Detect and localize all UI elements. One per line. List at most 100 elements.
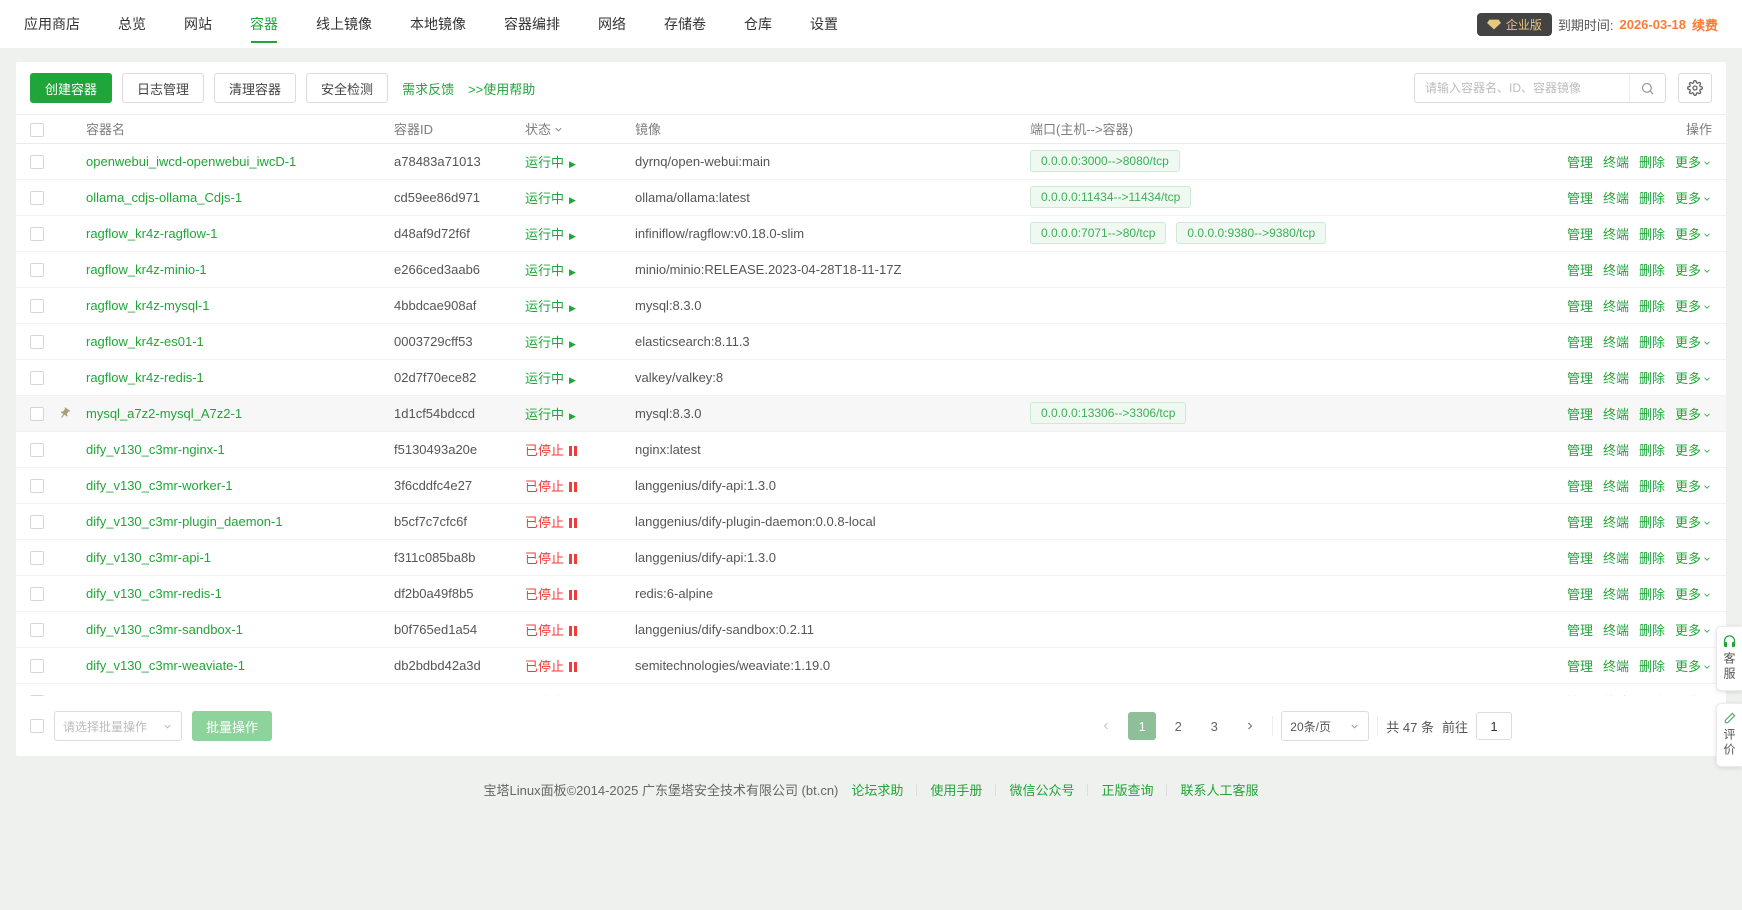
delete-link[interactable]: 删除 <box>1639 407 1665 422</box>
goto-page-input[interactable] <box>1476 712 1512 740</box>
delete-link[interactable]: 删除 <box>1639 659 1665 674</box>
terminal-link[interactable]: 终端 <box>1603 623 1629 638</box>
terminal-link[interactable]: 终端 <box>1603 299 1629 314</box>
row-checkbox[interactable] <box>30 623 44 637</box>
manage-link[interactable]: 管理 <box>1567 371 1593 386</box>
container-name-link[interactable]: ragflow_kr4z-ragflow-1 <box>86 226 218 241</box>
row-checkbox[interactable] <box>30 443 44 457</box>
clean-container-button[interactable]: 清理容器 <box>214 73 296 103</box>
delete-link[interactable]: 删除 <box>1639 695 1665 697</box>
container-name-link[interactable]: ragflow_kr4z-mysql-1 <box>86 298 210 313</box>
status-stopped[interactable]: 已停止 <box>525 443 577 458</box>
delete-link[interactable]: 删除 <box>1639 155 1665 170</box>
page-button-3[interactable]: 3 <box>1200 712 1228 740</box>
footer-link-contact-support[interactable]: 联系人工客服 <box>1180 780 1258 799</box>
row-checkbox[interactable] <box>30 191 44 205</box>
manage-link[interactable]: 管理 <box>1567 515 1593 530</box>
search-button[interactable] <box>1629 74 1665 102</box>
more-link[interactable]: 更多 <box>1675 299 1712 314</box>
delete-link[interactable]: 删除 <box>1639 371 1665 386</box>
container-name-link[interactable]: ragflow_kr4z-es01-1 <box>86 334 204 349</box>
status-stopped[interactable]: 已停止 <box>525 587 577 602</box>
terminal-link[interactable]: 终端 <box>1603 479 1629 494</box>
manage-link[interactable]: 管理 <box>1567 623 1593 638</box>
terminal-link[interactable]: 终端 <box>1603 263 1629 278</box>
prev-page-button[interactable] <box>1092 712 1120 740</box>
page-button-2[interactable]: 2 <box>1164 712 1192 740</box>
container-name-link[interactable]: ollama_cdjs-ollama_Cdjs-1 <box>86 190 242 205</box>
status-stopped[interactable]: 已停止 <box>525 479 577 494</box>
container-name-link[interactable]: mysql_a7z2-mysql_A7z2-1 <box>86 406 242 421</box>
review-button[interactable]: 评价 <box>1716 703 1742 767</box>
delete-link[interactable]: 删除 <box>1639 263 1665 278</box>
delete-link[interactable]: 删除 <box>1639 299 1665 314</box>
nav-local-images[interactable]: 本地镜像 <box>410 0 466 48</box>
status-stopped[interactable]: 已停止 <box>525 623 577 638</box>
terminal-link[interactable]: 终端 <box>1603 155 1629 170</box>
row-checkbox[interactable] <box>30 155 44 169</box>
row-checkbox[interactable] <box>30 335 44 349</box>
bottom-select-all-checkbox[interactable] <box>30 719 44 733</box>
row-checkbox[interactable] <box>30 695 44 696</box>
container-name-link[interactable]: dify_v130_c3mr-web-1 <box>86 694 218 697</box>
more-link[interactable]: 更多 <box>1675 443 1712 458</box>
nav-network[interactable]: 网络 <box>598 0 626 48</box>
status-running[interactable]: 运行中▶ <box>525 371 576 386</box>
nav-website[interactable]: 网站 <box>184 0 212 48</box>
nav-container[interactable]: 容器 <box>250 0 278 48</box>
help-link[interactable]: >>使用帮助 <box>468 79 535 98</box>
feedback-link[interactable]: 需求反馈 <box>402 79 454 98</box>
terminal-link[interactable]: 终端 <box>1603 443 1629 458</box>
terminal-link[interactable]: 终端 <box>1603 227 1629 242</box>
manage-link[interactable]: 管理 <box>1567 263 1593 278</box>
select-all-checkbox[interactable] <box>30 123 44 137</box>
security-check-button[interactable]: 安全检测 <box>306 73 388 103</box>
container-name-link[interactable]: dify_v130_c3mr-nginx-1 <box>86 442 225 457</box>
nav-repository[interactable]: 仓库 <box>744 0 772 48</box>
manage-link[interactable]: 管理 <box>1567 299 1593 314</box>
status-running[interactable]: 运行中▶ <box>525 155 576 170</box>
status-stopped[interactable]: 已停止 <box>525 695 577 697</box>
customer-service-button[interactable]: 客服 <box>1716 626 1742 691</box>
more-link[interactable]: 更多 <box>1675 155 1712 170</box>
row-checkbox[interactable] <box>30 479 44 493</box>
delete-link[interactable]: 删除 <box>1639 335 1665 350</box>
terminal-link[interactable]: 终端 <box>1603 659 1629 674</box>
status-running[interactable]: 运行中▶ <box>525 335 576 350</box>
container-name-link[interactable]: ragflow_kr4z-minio-1 <box>86 262 207 277</box>
more-link[interactable]: 更多 <box>1675 695 1712 697</box>
status-stopped[interactable]: 已停止 <box>525 515 577 530</box>
terminal-link[interactable]: 终端 <box>1603 335 1629 350</box>
row-checkbox[interactable] <box>30 587 44 601</box>
terminal-link[interactable]: 终端 <box>1603 551 1629 566</box>
search-input[interactable] <box>1415 81 1629 95</box>
delete-link[interactable]: 删除 <box>1639 191 1665 206</box>
more-link[interactable]: 更多 <box>1675 335 1712 350</box>
manage-link[interactable]: 管理 <box>1567 479 1593 494</box>
manage-link[interactable]: 管理 <box>1567 155 1593 170</box>
enterprise-badge[interactable]: 企业版 <box>1477 13 1552 36</box>
delete-link[interactable]: 删除 <box>1639 623 1665 638</box>
manage-link[interactable]: 管理 <box>1567 191 1593 206</box>
more-link[interactable]: 更多 <box>1675 587 1712 602</box>
status-running[interactable]: 运行中▶ <box>525 227 576 242</box>
row-checkbox[interactable] <box>30 659 44 673</box>
more-link[interactable]: 更多 <box>1675 551 1712 566</box>
container-name-link[interactable]: dify_v130_c3mr-plugin_daemon-1 <box>86 514 283 529</box>
manage-link[interactable]: 管理 <box>1567 695 1593 697</box>
batch-operate-button[interactable]: 批量操作 <box>192 711 272 741</box>
container-name-link[interactable]: dify_v130_c3mr-api-1 <box>86 550 211 565</box>
log-management-button[interactable]: 日志管理 <box>122 73 204 103</box>
more-link[interactable]: 更多 <box>1675 515 1712 530</box>
footer-link-license-check[interactable]: 正版查询 <box>1101 780 1153 799</box>
manage-link[interactable]: 管理 <box>1567 335 1593 350</box>
row-checkbox[interactable] <box>30 371 44 385</box>
more-link[interactable]: 更多 <box>1675 479 1712 494</box>
terminal-link[interactable]: 终端 <box>1603 587 1629 602</box>
row-checkbox[interactable] <box>30 227 44 241</box>
delete-link[interactable]: 删除 <box>1639 587 1665 602</box>
batch-operation-select[interactable]: 请选择批量操作 <box>54 711 182 741</box>
container-name-link[interactable]: dify_v130_c3mr-worker-1 <box>86 478 233 493</box>
container-name-link[interactable]: ragflow_kr4z-redis-1 <box>86 370 204 385</box>
row-checkbox[interactable] <box>30 263 44 277</box>
